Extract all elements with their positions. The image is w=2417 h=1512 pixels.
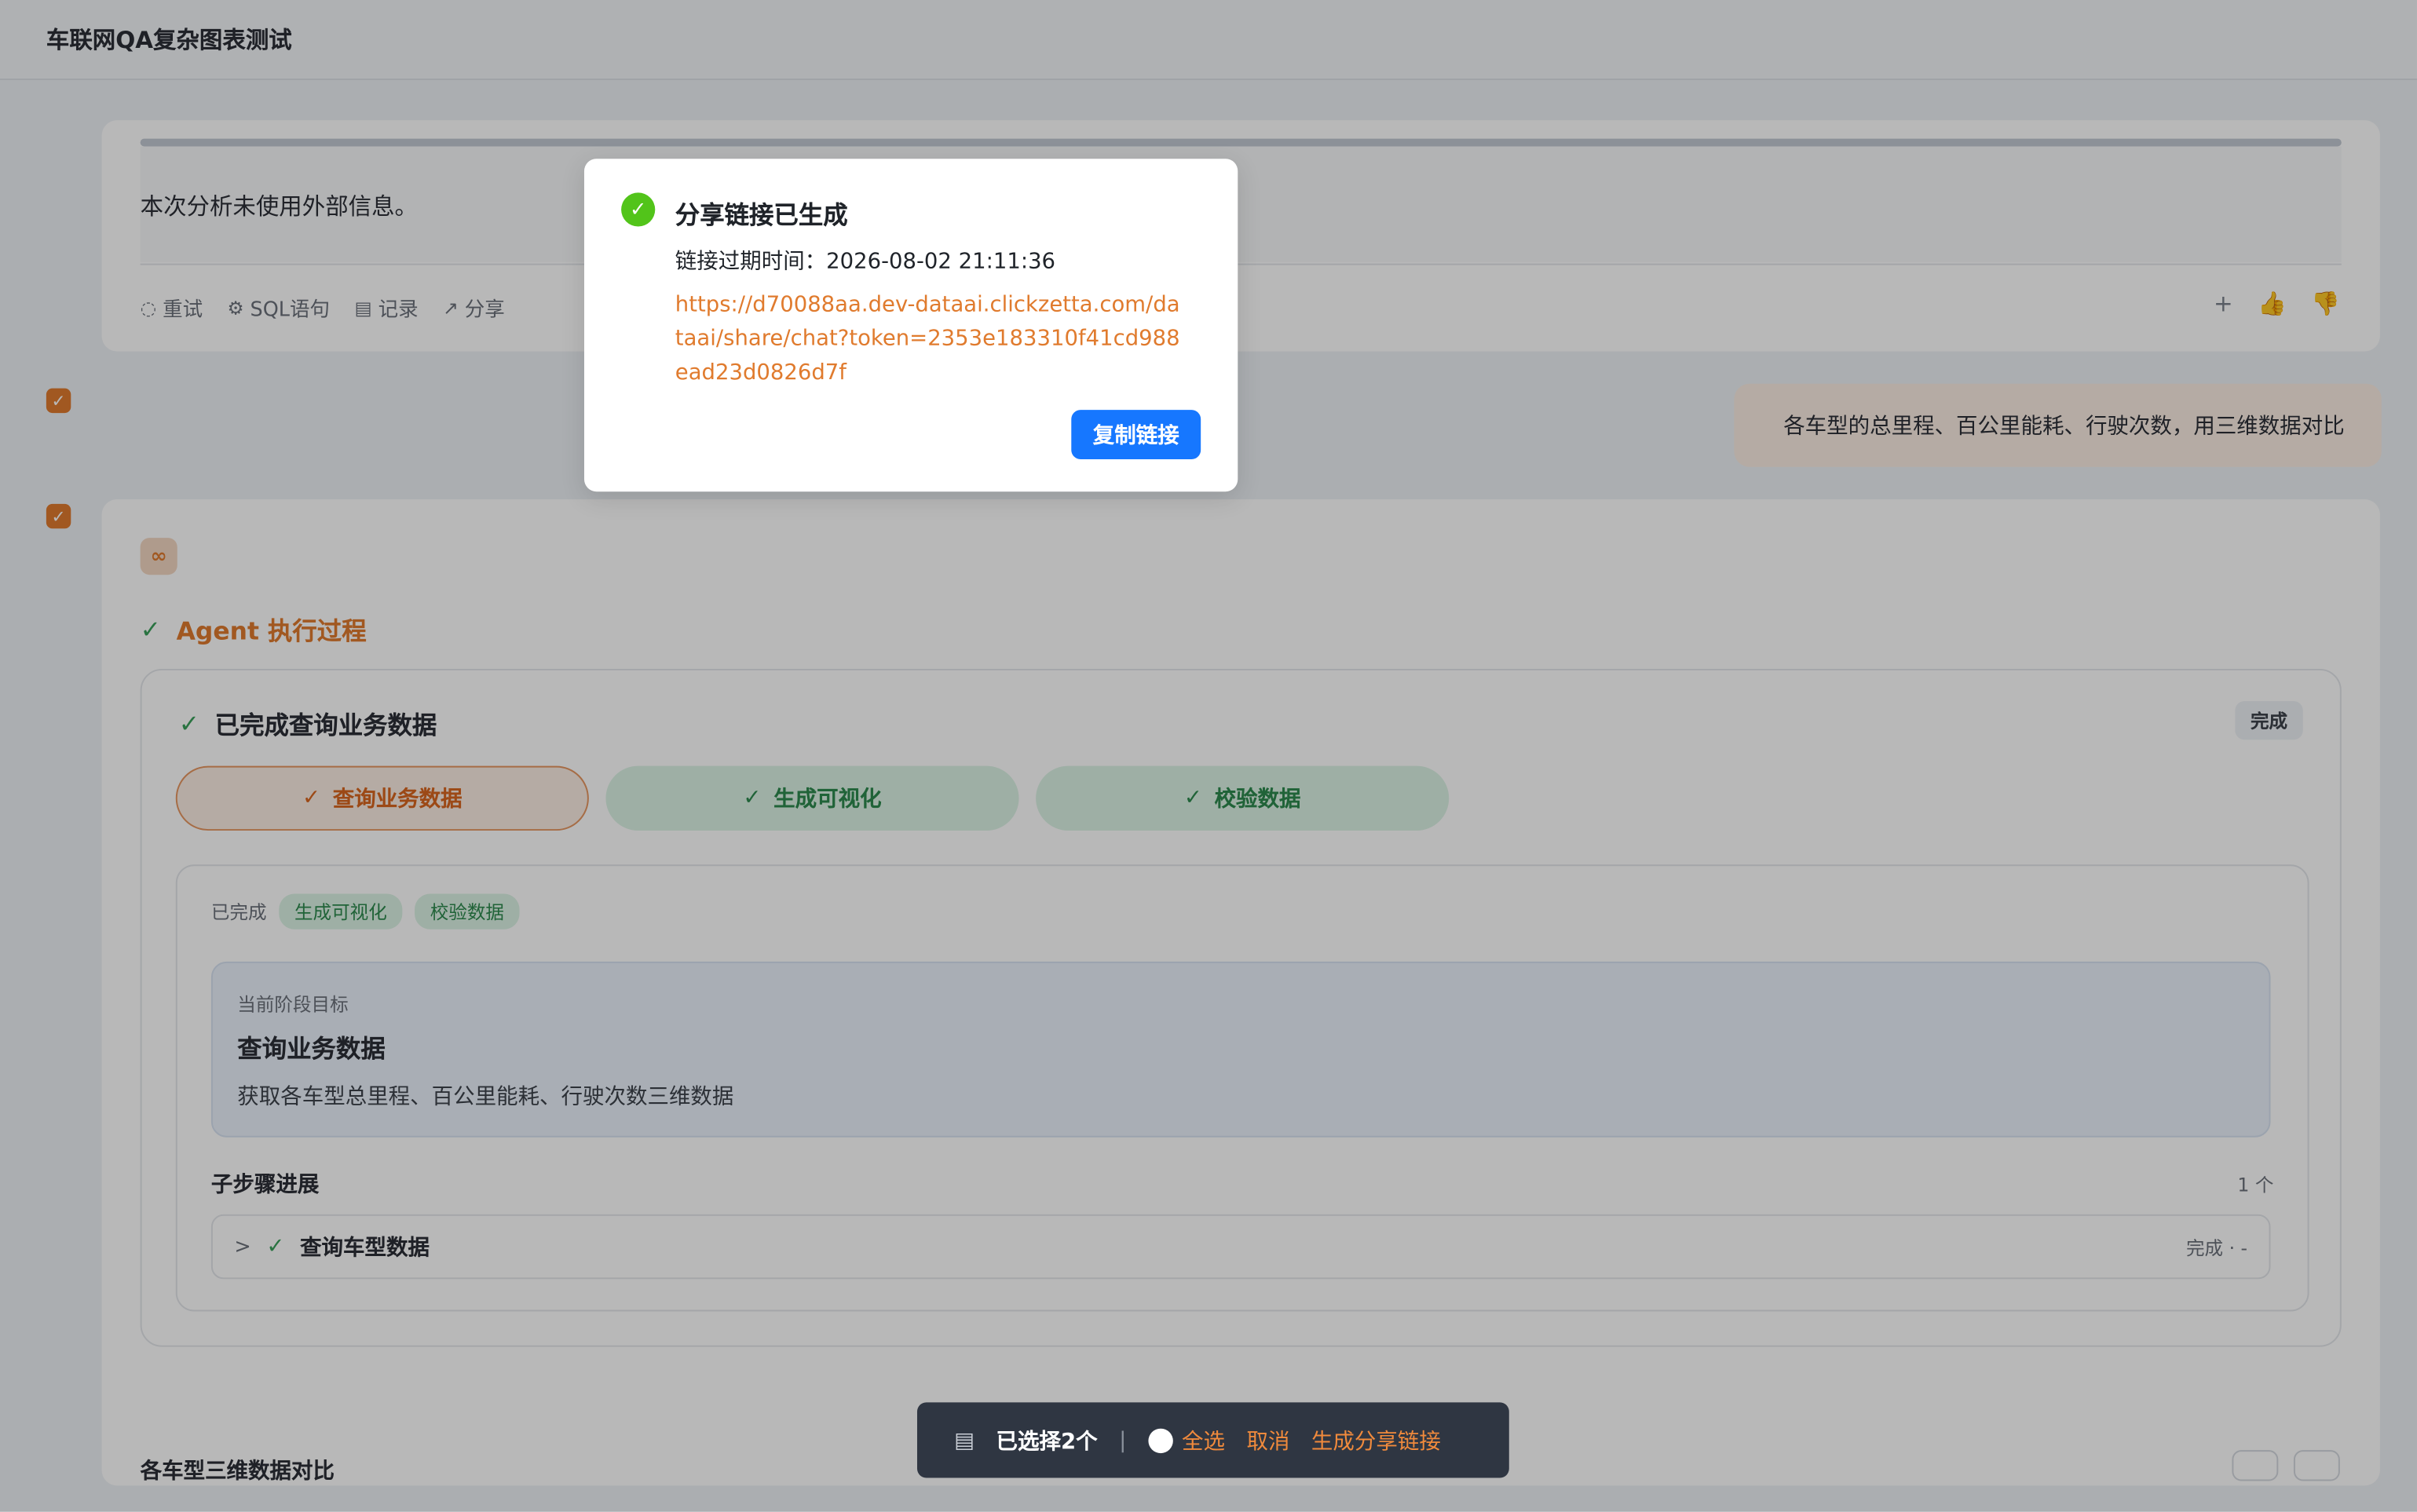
toolbar-separator: |: [1119, 1427, 1127, 1453]
copy-link-button[interactable]: 复制链接: [1071, 410, 1201, 459]
selection-toolbar: ▤ 已选择2个 | 全选 取消 生成分享链接: [916, 1402, 1509, 1478]
cancel-button[interactable]: 取消: [1246, 1425, 1289, 1455]
selected-count: 已选择2个: [996, 1429, 1098, 1455]
dialog-title: 分享链接已生成: [675, 200, 848, 230]
select-all-toggle[interactable]: 全选: [1147, 1425, 1225, 1455]
share-link-dialog: ✓ 分享链接已生成 链接过期时间：2026-08-02 21:11:36 htt…: [583, 159, 1238, 492]
generate-share-link-button[interactable]: 生成分享链接: [1311, 1425, 1441, 1455]
link-expire-time: 链接过期时间：2026-08-02 21:11:36: [675, 250, 1056, 275]
radio-icon: [1147, 1427, 1173, 1453]
success-check-icon: ✓: [621, 192, 656, 227]
app-root: 车联网QA复杂图表测试 本次分析未使用外部信息。 ◌ 重试 ⚙ SQL语句 ▤ 记录 …: [0, 0, 2417, 1512]
share-link-url[interactable]: https://d70088aa.dev-dataai.clickzetta.c…: [675, 288, 1184, 390]
clipboard-icon: ▤: [954, 1427, 975, 1453]
